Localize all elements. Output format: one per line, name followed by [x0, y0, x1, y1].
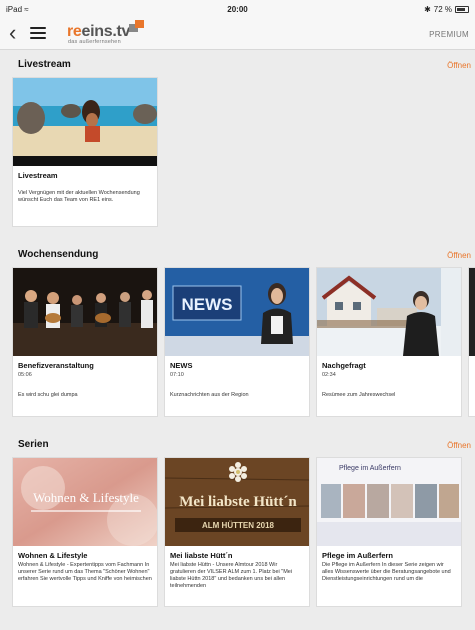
episode-thumbnail: NEWS	[165, 268, 309, 356]
section-title: Serien	[18, 439, 49, 450]
card-description: Es wird schu glei dumpa	[18, 392, 78, 398]
open-livestream-link[interactable]: Öffnen	[447, 61, 471, 70]
premium-button[interactable]: PREMIUM	[429, 30, 469, 39]
huettn-thumb-subtext: ALM HÜTTEN 2018	[202, 521, 275, 530]
livestream-thumbnail	[13, 78, 157, 166]
card-duration: 02:34	[322, 372, 336, 378]
bluetooth-icon: ✱	[424, 5, 431, 14]
logo-tagline: das außerfernsehen	[68, 39, 121, 45]
episode-card-partial[interactable]	[468, 267, 475, 417]
status-bar: iPad ≈ 20:00 ✱ 72 %	[0, 0, 475, 18]
episode-card-nachgefragt[interactable]: Nachgefragt 02:34 Resümee zum Jahreswech…	[316, 267, 462, 417]
card-description: Viel Vergnügen mit der aktuellen Wochens…	[18, 190, 140, 203]
section-serien: Serien Öffnen Wohnen & Lifestyle Wohnen …	[0, 430, 475, 630]
card-title: Livestream	[18, 171, 58, 180]
logo-mark-icon	[129, 20, 147, 32]
card-title: Wohnen & Lifestyle	[18, 551, 88, 560]
pflege-thumb-text: Pflege im Außerfern	[339, 465, 401, 472]
battery-percentage: 72 %	[433, 5, 452, 14]
episode-card-benefizveranstaltung[interactable]: Benefizveranstaltung 05:06 Es wird schu …	[12, 267, 158, 417]
reeins-logo[interactable]: reeins.tv das außerfernsehen	[67, 20, 157, 46]
card-description: Kurznachrichten aus der Region	[170, 392, 249, 398]
card-description: Resümee zum Jahreswechsel	[322, 392, 396, 398]
card-title: Pflege im Außerfern	[322, 551, 393, 560]
status-right: ✱ 72 %	[424, 5, 469, 14]
card-duration: 07:10	[170, 372, 184, 378]
livestream-card[interactable]: Livestream Viel Vergnügen mit der aktuel…	[12, 77, 158, 227]
section-wochensendung: Wochensendung Öffnen Benefizveranstaltun…	[0, 240, 475, 430]
section-livestream: Livestream Öffnen Livestream Viel Vergnü…	[0, 50, 475, 240]
series-thumbnail: Wohnen & Lifestyle	[13, 458, 157, 546]
card-title: NEWS	[170, 361, 193, 370]
series-thumbnail: Mei liabste Hütt´n ALM HÜTTEN 2018	[165, 458, 309, 546]
series-card-pflege-ausserfern[interactable]: Pflege im Außerfern Pflege im Außerfern …	[316, 457, 462, 607]
hamburger-menu-icon[interactable]	[30, 27, 46, 40]
episode-thumbnail	[13, 268, 157, 356]
card-title: Benefizveranstaltung	[18, 361, 94, 370]
section-title: Livestream	[18, 59, 71, 70]
clock: 20:00	[227, 5, 248, 14]
card-description: Die Pflege im Außerfern In dieser Serie …	[322, 562, 451, 582]
series-thumbnail: Pflege im Außerfern	[317, 458, 461, 546]
back-button[interactable]: ‹	[9, 22, 16, 44]
navigation-bar: ‹ reeins.tv das außerfernsehen PREMIUM	[0, 18, 475, 50]
series-card-wohnen-lifestyle[interactable]: Wohnen & Lifestyle Wohnen & Lifestyle Wo…	[12, 457, 158, 607]
series-card-mei-liabste-huettn[interactable]: Mei liabste Hütt´n ALM HÜTTEN 2018 Mei l…	[164, 457, 310, 607]
card-description: Wohnen & Lifestyle - Expertentipps vom F…	[18, 562, 152, 582]
card-title: Nachgefragt	[322, 361, 366, 370]
news-thumb-text: NEWS	[182, 295, 233, 314]
huettn-thumb-text: Mei liabste Hütt´n	[179, 494, 297, 510]
open-wochensendung-link[interactable]: Öffnen	[447, 251, 471, 260]
card-duration: 05:06	[18, 372, 32, 378]
wohnen-thumb-text: Wohnen & Lifestyle	[33, 490, 139, 505]
card-description: Mei liabste Hüttn - Unsere Almtour 2018 …	[170, 562, 293, 589]
section-title: Wochensendung	[18, 249, 99, 260]
card-title: Mei liabste Hütt´n	[170, 551, 233, 560]
episode-thumbnail	[317, 268, 461, 356]
episode-card-news[interactable]: NEWS NEWS 07:10 Kurznachrichten aus der …	[164, 267, 310, 417]
battery-icon	[455, 6, 469, 13]
open-serien-link[interactable]: Öffnen	[447, 441, 471, 450]
episode-thumbnail	[469, 268, 475, 356]
